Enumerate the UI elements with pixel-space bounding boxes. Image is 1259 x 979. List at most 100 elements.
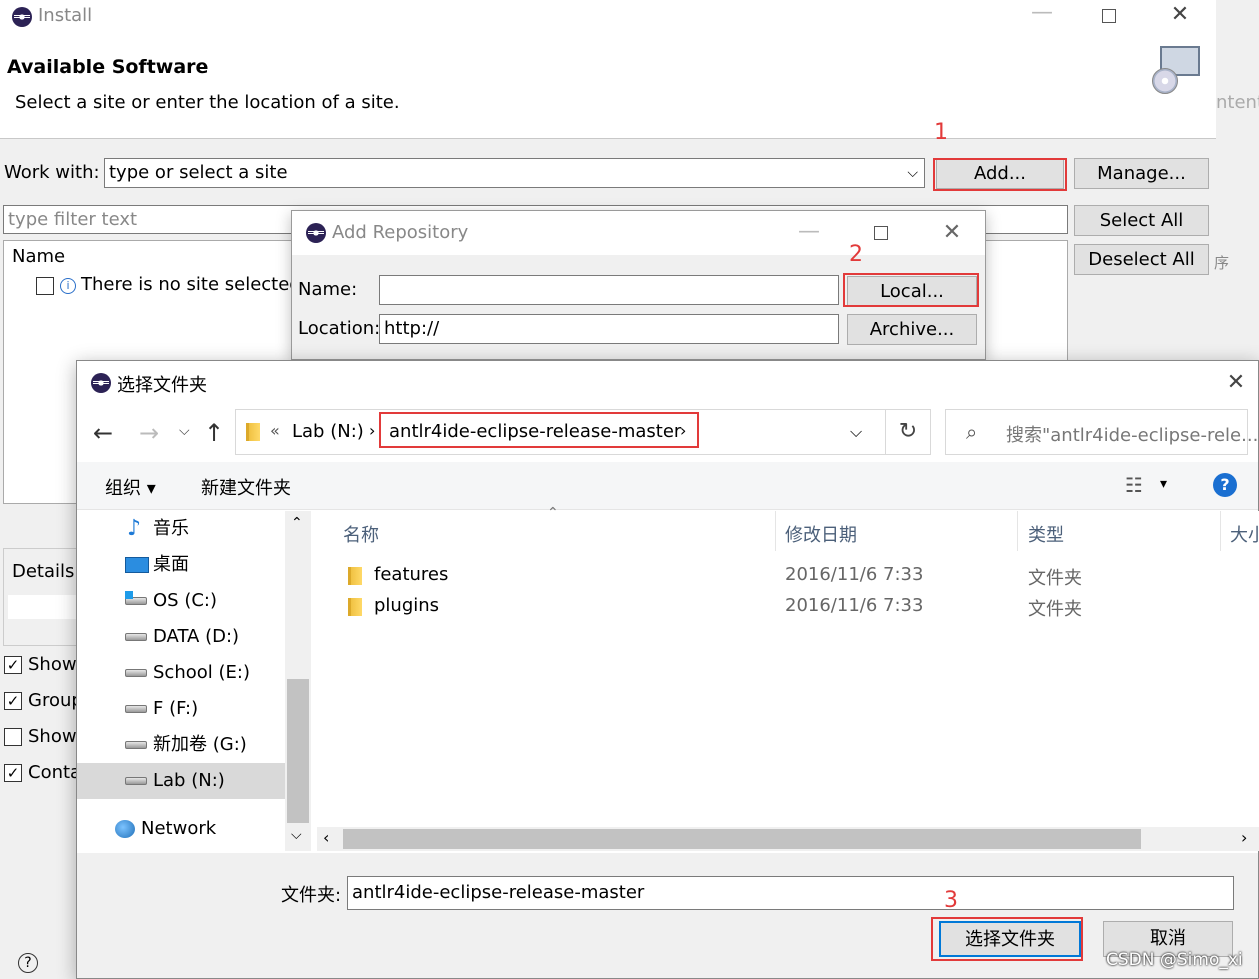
- help-icon[interactable]: ?: [18, 953, 38, 973]
- install-title: Install: [38, 5, 93, 26]
- file-date: 2016/11/6 7:33: [785, 564, 924, 585]
- table-row[interactable]: plugins 2016/11/6 7:33 文件夹: [317, 592, 1259, 622]
- forward-arrow-icon[interactable]: →: [139, 419, 159, 447]
- manage-button[interactable]: Manage...: [1074, 158, 1209, 189]
- maximize-icon[interactable]: [1102, 9, 1116, 23]
- navigation-scrollbar[interactable]: ⌃ ⌵: [285, 511, 311, 851]
- maximize-icon[interactable]: [874, 226, 888, 240]
- drive-icon: [125, 741, 147, 749]
- name-label: Name:: [298, 279, 358, 300]
- view-options-icon[interactable]: ☷: [1125, 473, 1143, 497]
- option-checkbox-1[interactable]: ✓: [4, 656, 22, 674]
- up-arrow-icon[interactable]: ↑: [204, 419, 224, 447]
- folder-picker-dialog: 选择文件夹 ✕ ← → ⌵ ↑ « Lab (N:) › antlr4ide-e…: [76, 360, 1259, 979]
- help-icon[interactable]: ?: [1213, 473, 1237, 497]
- archive-button[interactable]: Archive...: [847, 314, 977, 345]
- address-dropdown-icon[interactable]: ⌵: [850, 422, 862, 442]
- folder-icon: [348, 567, 362, 585]
- minimize-icon[interactable]: —: [1030, 0, 1054, 25]
- column-header-size[interactable]: 大小: [1230, 525, 1259, 546]
- back-arrow-icon[interactable]: ←: [93, 419, 113, 447]
- file-name: features: [374, 564, 449, 585]
- add-button[interactable]: Add...: [936, 159, 1064, 189]
- close-icon[interactable]: ✕: [1223, 370, 1249, 395]
- view-dropdown-icon[interactable]: ▾: [1160, 476, 1167, 492]
- file-list[interactable]: ⌃ 名称 修改日期 类型 大小 features 2016/11/6 7:33 …: [317, 505, 1259, 851]
- info-icon: i: [60, 278, 76, 294]
- nav-item-music[interactable]: ♪ 音乐: [77, 511, 285, 547]
- folder-picker-title: 选择文件夹: [117, 375, 207, 396]
- search-input[interactable]: ⌕ 搜索"antlr4ide-eclipse-rele...: [945, 409, 1258, 455]
- drive-icon: [125, 705, 147, 713]
- scroll-up-icon[interactable]: ⌃: [291, 515, 303, 531]
- navigation-pane[interactable]: ♪ 音乐 桌面 OS (C:) DATA (D:) School (E:) F …: [77, 511, 311, 851]
- folder-icon: [348, 598, 362, 616]
- history-chevron-icon[interactable]: ⌵: [179, 423, 190, 439]
- organize-menu[interactable]: 组织 ▾: [105, 474, 156, 500]
- new-folder-button[interactable]: 新建文件夹: [201, 474, 291, 500]
- annotation-number-2: 2: [849, 242, 863, 267]
- chevron-right-icon: ›: [680, 421, 687, 440]
- address-bar[interactable]: « Lab (N:) › antlr4ide-eclipse-release-m…: [235, 409, 931, 455]
- background-text-fragment: ntent: [1216, 92, 1259, 113]
- install-banner-icon: [1152, 46, 1202, 96]
- nav-item-os-c[interactable]: OS (C:): [77, 583, 285, 619]
- folder-label: 文件夹:: [281, 885, 342, 906]
- location-input[interactable]: http://: [379, 314, 839, 344]
- refresh-button[interactable]: ↻: [885, 409, 931, 455]
- tree-item-label: There is no site selected.: [81, 274, 307, 295]
- nav-item-network[interactable]: Network: [77, 811, 285, 847]
- nav-item-desktop[interactable]: 桌面: [77, 547, 285, 583]
- details-label: Details: [12, 561, 75, 582]
- horizontal-scrollbar[interactable]: ‹ ›: [317, 827, 1259, 851]
- folder-icon: [246, 423, 260, 441]
- close-icon[interactable]: ✕: [940, 220, 964, 245]
- music-icon: ♪: [127, 516, 142, 541]
- sort-indicator-icon: ⌃: [547, 505, 559, 521]
- column-header-date[interactable]: 修改日期: [785, 521, 857, 547]
- column-header-name[interactable]: 名称: [343, 521, 379, 547]
- option-checkbox-4[interactable]: ✓: [4, 764, 22, 782]
- scroll-down-icon[interactable]: ⌵: [291, 827, 302, 843]
- scroll-thumb[interactable]: [287, 679, 309, 823]
- breadcrumb-drive[interactable]: Lab (N:): [292, 421, 364, 442]
- nav-item-lab-n[interactable]: Lab (N:): [77, 763, 285, 799]
- nav-item-g[interactable]: 新加卷 (G:): [77, 727, 285, 763]
- deselect-all-button[interactable]: Deselect All: [1074, 244, 1209, 275]
- minimize-icon[interactable]: —: [797, 219, 821, 244]
- tree-item-checkbox[interactable]: [36, 277, 54, 295]
- scroll-thumb[interactable]: [343, 829, 1141, 849]
- chevron-right-icon: ›: [369, 421, 376, 440]
- location-label: Location:: [298, 318, 381, 339]
- close-icon[interactable]: ✕: [1168, 2, 1192, 27]
- breadcrumb-current-folder[interactable]: antlr4ide-eclipse-release-master: [389, 421, 681, 442]
- scroll-right-icon[interactable]: ›: [1241, 828, 1247, 847]
- tree-header-name: Name: [12, 246, 66, 267]
- option-checkbox-2[interactable]: ✓: [4, 692, 22, 710]
- nav-item-f[interactable]: F (F:): [77, 691, 285, 727]
- folder-input[interactable]: antlr4ide-eclipse-release-master: [347, 876, 1234, 910]
- nav-item-data-d[interactable]: DATA (D:): [77, 619, 285, 655]
- drive-icon: [125, 777, 147, 785]
- chevron-down-icon[interactable]: ⌵: [907, 159, 918, 187]
- eclipse-icon: [91, 373, 111, 393]
- name-input[interactable]: [379, 275, 839, 305]
- details-group: Details: [3, 548, 84, 646]
- column-header-type[interactable]: 类型: [1028, 521, 1064, 547]
- install-header: Available Software Select a site or ente…: [0, 34, 1216, 139]
- option-checkbox-3[interactable]: [4, 728, 22, 746]
- breadcrumb-overflow[interactable]: «: [270, 421, 280, 440]
- option-label-4: Conta: [28, 762, 82, 783]
- background-text-fragment-2: 序: [1214, 254, 1230, 272]
- work-with-combo[interactable]: type or select a site ⌵: [104, 158, 925, 188]
- local-button[interactable]: Local...: [847, 276, 977, 307]
- page-subtitle: Select a site or enter the location of a…: [15, 92, 400, 113]
- table-row[interactable]: features 2016/11/6 7:33 文件夹: [317, 561, 1259, 591]
- add-repository-titlebar: Add Repository — ✕: [292, 211, 985, 255]
- select-all-button[interactable]: Select All: [1074, 205, 1209, 236]
- select-folder-button[interactable]: 选择文件夹: [939, 921, 1081, 957]
- nav-item-school-e[interactable]: School (E:): [77, 655, 285, 691]
- file-name: plugins: [374, 595, 440, 616]
- scroll-left-icon[interactable]: ‹: [323, 828, 329, 847]
- eclipse-icon: [12, 7, 32, 27]
